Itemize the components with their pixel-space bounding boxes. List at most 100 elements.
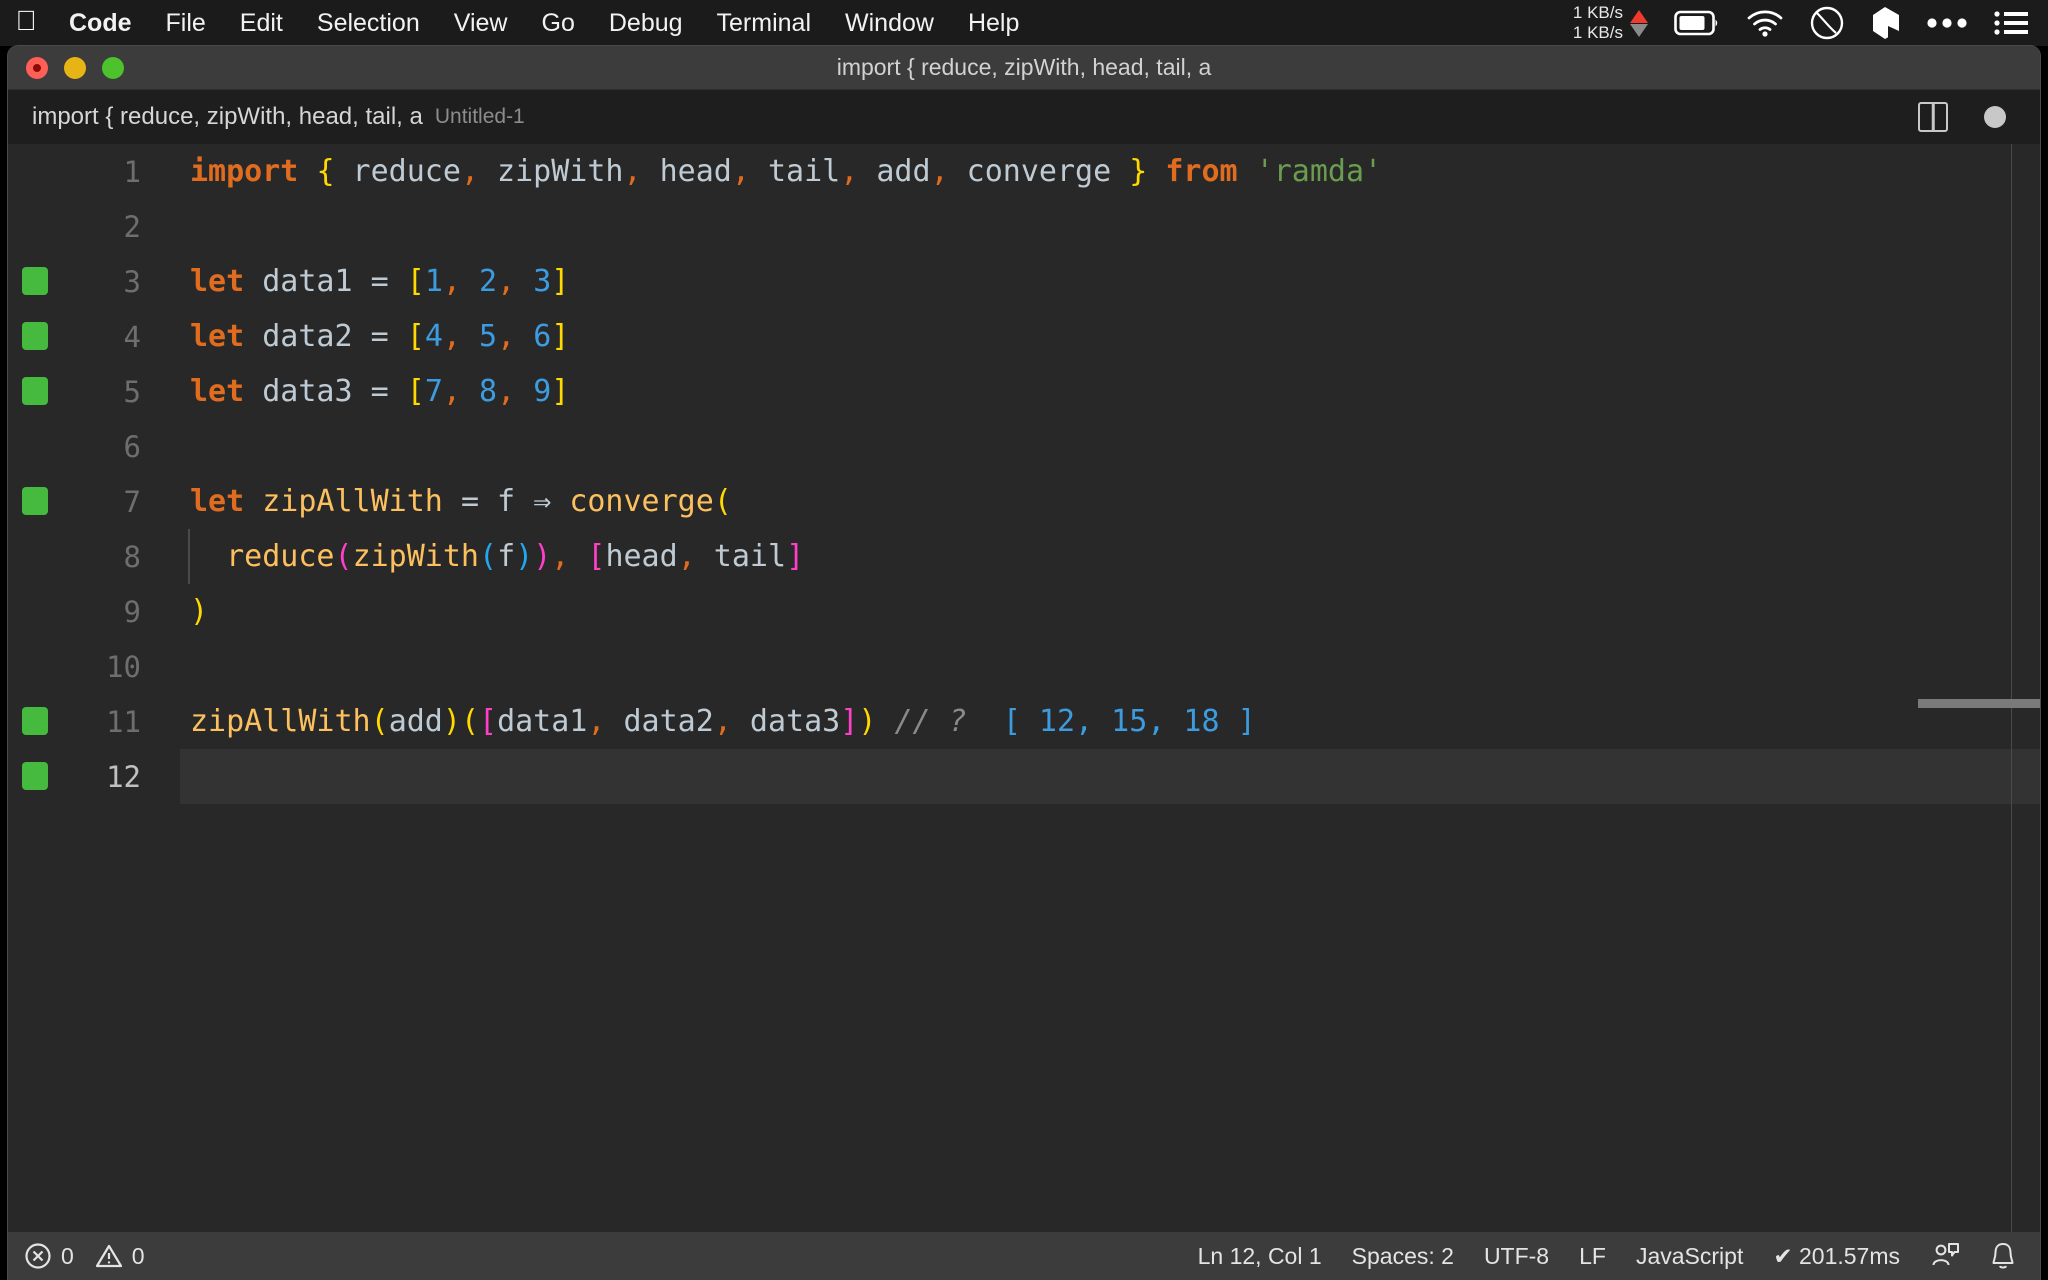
code-token: , xyxy=(460,154,479,189)
list-icon[interactable] xyxy=(1994,10,2028,36)
editor-overview-ruler[interactable] xyxy=(1918,144,2040,1232)
minimize-button[interactable] xyxy=(64,56,86,79)
code-token: , xyxy=(442,374,461,409)
editor-tab-bar: import { reduce, zipWith, head, tail, a … xyxy=(8,90,2040,144)
code-token: ⇒ xyxy=(533,484,552,519)
split-editor-icon[interactable] xyxy=(1918,102,1948,132)
code-token: reduce xyxy=(226,539,335,574)
battery-icon[interactable] xyxy=(1674,10,1720,36)
error-count: 0 xyxy=(61,1242,74,1269)
code-token: } xyxy=(1129,154,1148,189)
zoom-button[interactable] xyxy=(102,56,124,79)
code-line[interactable]: 6 xyxy=(8,419,2040,474)
code-token: let xyxy=(190,484,245,519)
code-token: ] xyxy=(551,319,570,354)
code-line-text: let data2 = [4, 5, 6] xyxy=(141,319,569,354)
unsaved-indicator-icon[interactable] xyxy=(1984,106,2006,128)
eol-status[interactable]: LF xyxy=(1579,1243,1606,1270)
scrollbar-thumb[interactable] xyxy=(1918,699,2040,708)
code-line[interactable]: 7 let zipAllWith = f ⇒ converge( xyxy=(8,474,2040,529)
gutter-change-marker[interactable] xyxy=(22,707,48,735)
menu-items: Code File Edit Selection View Go Debug Terminal… xyxy=(52,0,1036,46)
code-line[interactable]: 5 let data3 = [7, 8, 9] xyxy=(8,364,2040,419)
code-token: ( xyxy=(713,484,732,519)
gutter-change-marker[interactable] xyxy=(22,487,48,515)
code-editor[interactable]: 1 import { reduce, zipWith, head, tail, a… xyxy=(8,144,2040,1232)
code-token: 6 xyxy=(533,319,552,354)
code-token: data3 xyxy=(244,374,371,409)
warning-count: 0 xyxy=(131,1242,145,1269)
window-title-bar: import { reduce, zipWith, head, tail, a xyxy=(8,46,2040,90)
code-token: f xyxy=(479,484,534,519)
menu-item-code[interactable]: Code xyxy=(52,0,149,46)
code-line[interactable]: 3 let data1 = [1, 2, 3] xyxy=(8,254,2040,309)
code-token: 8 xyxy=(479,374,498,409)
code-line[interactable]: 10 xyxy=(8,639,2040,694)
apple-logo-icon[interactable]:  xyxy=(0,6,52,40)
code-token: 9 xyxy=(533,374,552,409)
problems-status[interactable]: 0 0 xyxy=(24,1242,145,1270)
code-token: , xyxy=(551,539,570,574)
menu-item-selection[interactable]: Selection xyxy=(300,0,437,46)
close-button[interactable] xyxy=(26,56,48,79)
code-token: ] xyxy=(551,374,570,409)
ellipsis-icon[interactable] xyxy=(1926,17,1968,29)
wifi-icon[interactable] xyxy=(1746,9,1784,37)
gutter-change-marker[interactable] xyxy=(22,322,48,350)
code-token: ) xyxy=(533,539,552,574)
code-line[interactable]: 4 let data2 = [4, 5, 6] xyxy=(8,309,2040,364)
menu-item-help[interactable]: Help xyxy=(951,0,1036,46)
gutter-change-marker[interactable] xyxy=(22,377,48,405)
code-token: , xyxy=(677,539,696,574)
network-download-speed: 1 KB/s xyxy=(1572,23,1623,42)
code-token: ) xyxy=(515,539,534,574)
code-token: let xyxy=(190,264,245,299)
code-token: ( xyxy=(479,539,498,574)
code-token: reduce xyxy=(334,154,461,189)
quokka-status[interactable]: ✔ 201.57ms xyxy=(1773,1243,1900,1270)
bell-icon[interactable] xyxy=(1990,1241,2016,1271)
code-line[interactable]: 2 xyxy=(8,199,2040,254)
line-number: 6 xyxy=(123,429,141,464)
code-line-text: import { reduce, zipWith, head, tail, ad… xyxy=(141,154,1382,189)
code-line-text: ) xyxy=(141,594,208,629)
code-token: { xyxy=(316,154,335,189)
cursor-position-status[interactable]: Ln 12, Col 1 xyxy=(1198,1243,1322,1270)
network-speed-indicator: 1 KB/s 1 KB/s xyxy=(1573,3,1648,42)
code-line[interactable]: 12 xyxy=(8,749,2040,804)
menu-item-terminal[interactable]: Terminal xyxy=(700,0,828,46)
gutter-change-marker[interactable] xyxy=(22,762,48,790)
code-token: tail xyxy=(695,539,787,574)
menu-item-debug[interactable]: Debug xyxy=(592,0,700,46)
menu-item-window[interactable]: Window xyxy=(828,0,951,46)
gutter-change-marker[interactable] xyxy=(22,267,48,295)
feedback-person-icon[interactable] xyxy=(1930,1241,1960,1271)
menu-item-view[interactable]: View xyxy=(437,0,525,46)
tab-description: Untitled-1 xyxy=(434,105,525,128)
encoding-status[interactable]: UTF-8 xyxy=(1484,1243,1549,1270)
code-token: 7 xyxy=(424,374,443,409)
code-token: f xyxy=(497,539,516,574)
code-line[interactable]: 1 import { reduce, zipWith, head, tail, a… xyxy=(8,144,2040,199)
dropbox-icon[interactable] xyxy=(1870,6,1900,40)
menu-item-edit[interactable]: Edit xyxy=(223,0,300,46)
code-token: , xyxy=(840,154,859,189)
clock-icon[interactable] xyxy=(1810,6,1844,40)
code-token: // ? xyxy=(894,704,967,739)
language-mode-status[interactable]: JavaScript xyxy=(1636,1243,1743,1270)
code-line[interactable]: 9) xyxy=(8,584,2040,639)
code-token: head xyxy=(605,539,678,574)
code-line[interactable]: 8 reduce(zipWith(f)), [head, tail] xyxy=(8,529,2040,584)
menu-item-go[interactable]: Go xyxy=(525,0,592,46)
indentation-status[interactable]: Spaces: 2 xyxy=(1352,1243,1454,1270)
code-line[interactable]: 11 zipAllWith(add)([data1, data2, data3])… xyxy=(8,694,2040,749)
code-token: converge xyxy=(569,484,714,519)
menu-item-file[interactable]: File xyxy=(149,0,223,46)
code-token: let xyxy=(190,374,245,409)
editor-tab-untitled-1[interactable]: import { reduce, zipWith, head, tail, a … xyxy=(8,90,543,144)
indent-guide xyxy=(188,529,190,584)
